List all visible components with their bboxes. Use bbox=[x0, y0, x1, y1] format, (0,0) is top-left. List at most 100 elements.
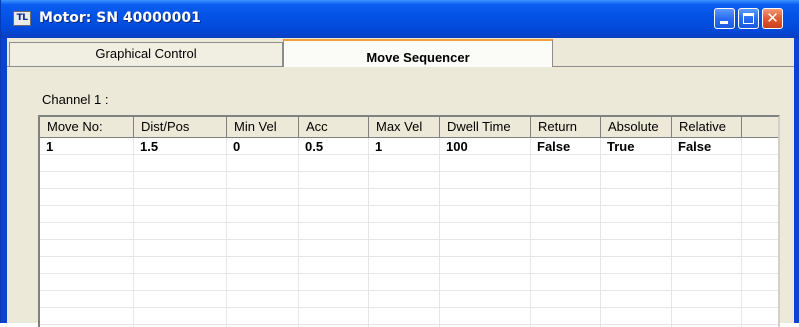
column-header-acc[interactable]: Acc bbox=[299, 117, 369, 137]
empty-cell[interactable] bbox=[134, 206, 227, 223]
empty-cell[interactable] bbox=[531, 189, 601, 206]
empty-cell[interactable] bbox=[134, 257, 227, 274]
empty-table-row[interactable] bbox=[40, 308, 778, 325]
empty-cell[interactable] bbox=[40, 155, 134, 172]
empty-cell[interactable] bbox=[672, 257, 742, 274]
empty-cell[interactable] bbox=[440, 223, 531, 240]
empty-cell[interactable] bbox=[227, 206, 299, 223]
cell-min-vel[interactable]: 0 bbox=[227, 138, 299, 155]
empty-cell[interactable] bbox=[601, 172, 672, 189]
table-row[interactable]: 1 1.5 0 0.5 1 100 False True False bbox=[40, 138, 778, 155]
empty-cell[interactable] bbox=[369, 155, 440, 172]
empty-cell[interactable] bbox=[299, 240, 369, 257]
empty-table-row[interactable] bbox=[40, 206, 778, 223]
maximize-button[interactable] bbox=[738, 8, 759, 29]
close-button[interactable]: ✕ bbox=[762, 8, 783, 29]
cell-move-no[interactable]: 1 bbox=[40, 138, 134, 155]
title-bar[interactable]: TL Motor: SN 40000001 ✕ bbox=[1, 0, 799, 38]
empty-cell[interactable] bbox=[601, 189, 672, 206]
empty-cell[interactable] bbox=[299, 308, 369, 325]
empty-cell[interactable] bbox=[531, 206, 601, 223]
column-header-dist-pos[interactable]: Dist/Pos bbox=[134, 117, 227, 137]
empty-cell[interactable] bbox=[369, 257, 440, 274]
cell-max-vel[interactable]: 1 bbox=[369, 138, 440, 155]
empty-cell[interactable] bbox=[531, 223, 601, 240]
empty-cell[interactable] bbox=[369, 223, 440, 240]
empty-cell[interactable] bbox=[227, 223, 299, 240]
empty-cell[interactable] bbox=[672, 155, 742, 172]
empty-cell[interactable] bbox=[672, 172, 742, 189]
empty-cell[interactable] bbox=[299, 223, 369, 240]
empty-cell[interactable] bbox=[299, 257, 369, 274]
empty-cell[interactable] bbox=[440, 240, 531, 257]
empty-cell[interactable] bbox=[227, 257, 299, 274]
empty-cell[interactable] bbox=[531, 291, 601, 308]
empty-table-row[interactable] bbox=[40, 155, 778, 172]
empty-cell[interactable] bbox=[369, 308, 440, 325]
empty-cell[interactable] bbox=[299, 172, 369, 189]
empty-cell[interactable] bbox=[134, 240, 227, 257]
column-header-move-no[interactable]: Move No: bbox=[40, 117, 134, 137]
empty-cell[interactable] bbox=[672, 223, 742, 240]
empty-cell[interactable] bbox=[601, 240, 672, 257]
tab-graphical-control[interactable]: Graphical Control bbox=[9, 42, 283, 66]
empty-cell[interactable] bbox=[369, 206, 440, 223]
empty-cell[interactable] bbox=[672, 189, 742, 206]
empty-cell[interactable] bbox=[601, 291, 672, 308]
empty-cell[interactable] bbox=[672, 240, 742, 257]
empty-cell[interactable] bbox=[40, 206, 134, 223]
empty-cell[interactable] bbox=[134, 189, 227, 206]
empty-cell[interactable] bbox=[369, 291, 440, 308]
empty-table-row[interactable] bbox=[40, 257, 778, 274]
empty-cell[interactable] bbox=[601, 274, 672, 291]
empty-table-row[interactable] bbox=[40, 240, 778, 257]
empty-cell[interactable] bbox=[672, 308, 742, 325]
empty-table-row[interactable] bbox=[40, 189, 778, 206]
minimize-button[interactable] bbox=[714, 8, 735, 29]
empty-cell[interactable] bbox=[134, 274, 227, 291]
empty-cell[interactable] bbox=[440, 274, 531, 291]
empty-cell[interactable] bbox=[440, 257, 531, 274]
empty-cell[interactable] bbox=[227, 155, 299, 172]
tl-app-icon[interactable]: TL bbox=[13, 11, 31, 26]
empty-cell[interactable] bbox=[299, 274, 369, 291]
empty-table-row[interactable] bbox=[40, 274, 778, 291]
empty-cell[interactable] bbox=[369, 240, 440, 257]
empty-cell[interactable] bbox=[227, 308, 299, 325]
empty-cell[interactable] bbox=[369, 172, 440, 189]
empty-cell[interactable] bbox=[40, 308, 134, 325]
cell-acc[interactable]: 0.5 bbox=[299, 138, 369, 155]
empty-cell[interactable] bbox=[299, 189, 369, 206]
empty-cell[interactable] bbox=[531, 172, 601, 189]
column-header-relative[interactable]: Relative bbox=[672, 117, 742, 137]
empty-table-row[interactable] bbox=[40, 223, 778, 240]
empty-cell[interactable] bbox=[369, 189, 440, 206]
empty-cell[interactable] bbox=[672, 274, 742, 291]
empty-cell[interactable] bbox=[134, 223, 227, 240]
empty-cell[interactable] bbox=[531, 240, 601, 257]
empty-cell[interactable] bbox=[440, 189, 531, 206]
empty-cell[interactable] bbox=[227, 189, 299, 206]
empty-cell[interactable] bbox=[672, 291, 742, 308]
empty-cell[interactable] bbox=[134, 291, 227, 308]
empty-table-row[interactable] bbox=[40, 291, 778, 308]
empty-cell[interactable] bbox=[531, 257, 601, 274]
tab-move-sequencer[interactable]: Move Sequencer bbox=[283, 39, 553, 70]
empty-cell[interactable] bbox=[531, 308, 601, 325]
cell-dist-pos[interactable]: 1.5 bbox=[134, 138, 227, 155]
cell-return[interactable]: False bbox=[531, 138, 601, 155]
column-header-dwell-time[interactable]: Dwell Time bbox=[440, 117, 531, 137]
empty-cell[interactable] bbox=[40, 291, 134, 308]
empty-cell[interactable] bbox=[227, 240, 299, 257]
empty-cell[interactable] bbox=[369, 274, 440, 291]
empty-cell[interactable] bbox=[601, 223, 672, 240]
empty-cell[interactable] bbox=[440, 155, 531, 172]
empty-cell[interactable] bbox=[440, 308, 531, 325]
empty-cell[interactable] bbox=[227, 291, 299, 308]
empty-cell[interactable] bbox=[134, 308, 227, 325]
move-sequence-table[interactable]: Move No: Dist/Pos Min Vel Acc Max Vel Dw… bbox=[38, 115, 780, 327]
empty-cell[interactable] bbox=[227, 274, 299, 291]
empty-cell[interactable] bbox=[40, 189, 134, 206]
empty-cell[interactable] bbox=[601, 257, 672, 274]
cell-relative[interactable]: False bbox=[672, 138, 742, 155]
